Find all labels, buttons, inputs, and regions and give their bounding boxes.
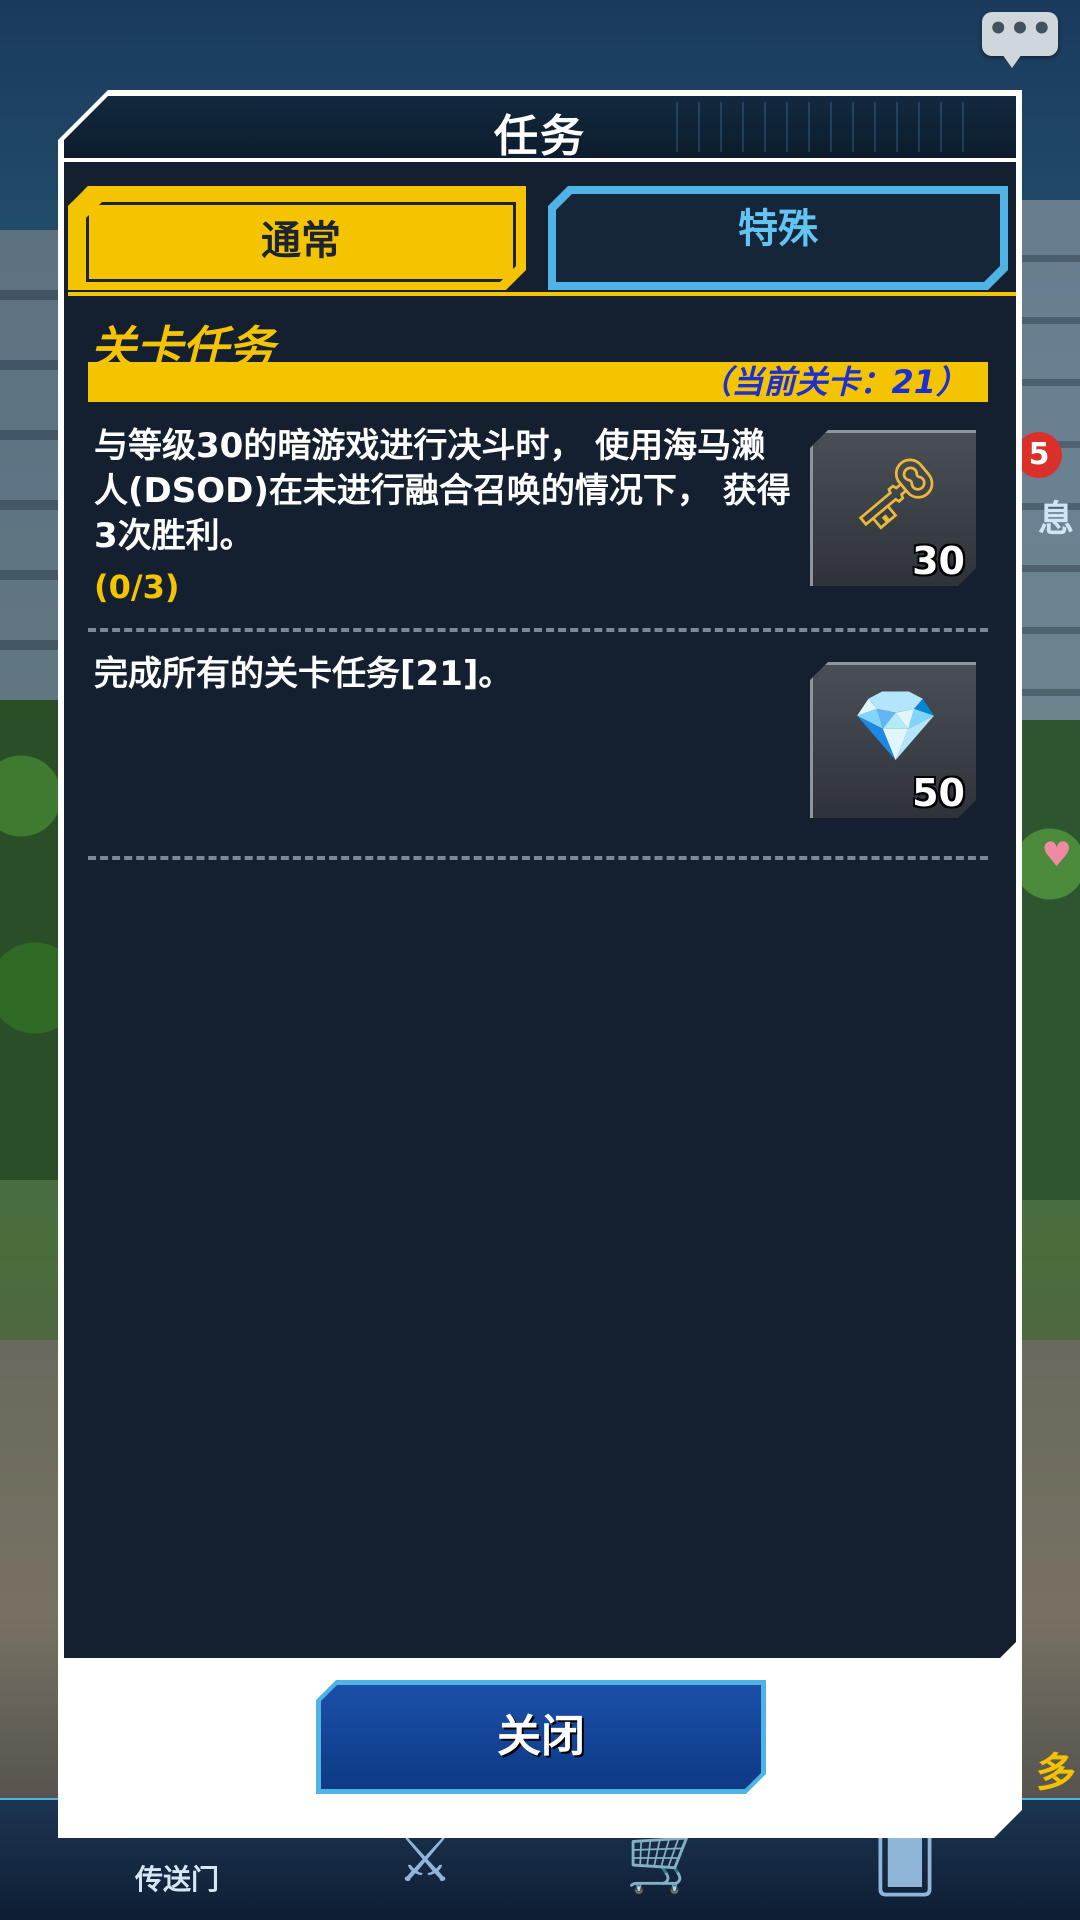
screen: 传送门 ⚔ 🛒 🂠 ••• 5 息 多 ♥ 任务 通常 特殊 关卡任务 （当前关…	[0, 0, 1080, 1920]
reward-box[interactable]: 🗝 30	[810, 430, 976, 586]
reward-count: 50	[912, 771, 965, 815]
heart-icon: ♥	[1041, 835, 1072, 875]
background-trees	[1020, 720, 1080, 1200]
key-icon: 🗝	[851, 453, 941, 535]
tab-special[interactable]: 特殊	[548, 186, 1008, 290]
notification-badge: 5	[1016, 432, 1062, 478]
mission-description: 与等级30的暗游戏进行决斗时， 使用海马濑人(DSOD)在未进行融合召唤的情况下…	[94, 426, 791, 556]
tab-special-label: 特殊	[556, 194, 1000, 282]
reward-box[interactable]: 💎 50	[810, 662, 976, 818]
chat-icon[interactable]: •••	[982, 12, 1058, 68]
mission-description: 完成所有的关卡任务[21]。	[94, 654, 513, 694]
tab-normal-label: 通常	[86, 202, 516, 282]
shop-cart-icon: 🛒	[625, 1823, 705, 1897]
background-side-text: 多	[1036, 1750, 1076, 1796]
stage-info-text: （当前关卡：21）	[699, 363, 968, 401]
tab-normal[interactable]: 通常	[68, 186, 526, 290]
nav-gate-label: 传送门	[135, 1863, 220, 1896]
mission-item[interactable]: 与等级30的暗游戏进行决斗时， 使用海马濑人(DSOD)在未进行融合召唤的情况下…	[88, 424, 988, 606]
reward-count: 30	[912, 539, 965, 583]
mission-item[interactable]: 完成所有的关卡任务[21]。 💎 50	[88, 652, 988, 822]
mission-divider	[88, 628, 988, 632]
close-button[interactable]: 关闭	[316, 1680, 766, 1794]
deck-cards-icon: 🂠	[872, 1823, 938, 1897]
background-building	[1020, 200, 1080, 760]
duel-swords-icon: ⚔	[396, 1823, 454, 1897]
stage-info-bar: （当前关卡：21）	[88, 362, 988, 402]
mission-divider	[88, 856, 988, 860]
mission-dialog: 任务 通常 特殊 关卡任务 （当前关卡：21） 与等级30的暗游戏进行决斗时， …	[58, 90, 1022, 1838]
dialog-title: 任务	[494, 111, 586, 158]
close-button-label: 关闭	[321, 1685, 761, 1789]
gem-icon: 💎	[852, 685, 940, 767]
tab-underline	[68, 292, 1016, 296]
background-side-text: 息	[1037, 499, 1074, 540]
dialog-header: 任务	[64, 96, 1016, 158]
mission-progress: (0/3)	[94, 568, 180, 606]
